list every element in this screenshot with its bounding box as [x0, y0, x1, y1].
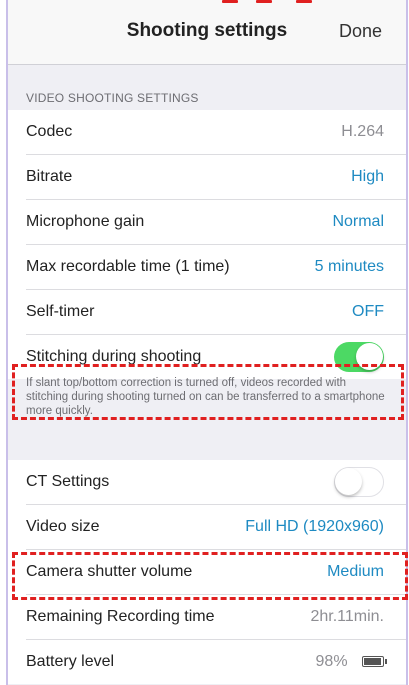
bitrate-label: Bitrate: [26, 168, 73, 185]
ct-settings-toggle[interactable]: [334, 467, 384, 497]
video-settings-group: Codec H.264 Bitrate High Microphone gain…: [8, 110, 406, 379]
camera-shutter-volume-value: Medium: [327, 563, 384, 580]
battery-icon: [362, 656, 387, 668]
remaining-recording-time-label: Remaining Recording time: [26, 608, 215, 625]
battery-level-value-wrap: 98%: [315, 653, 387, 671]
done-button[interactable]: Done: [339, 21, 382, 42]
battery-level-label: Battery level: [26, 653, 115, 670]
bitrate-value: High: [351, 168, 384, 185]
stitching-row: Stitching during shooting: [26, 335, 406, 379]
stitching-note: If slant top/bottom correction is turned…: [26, 377, 385, 417]
self-timer-value: OFF: [352, 303, 384, 320]
top-annotation-marks: [8, 0, 406, 4]
camera-shutter-volume-row[interactable]: Camera shutter volume Medium: [26, 550, 406, 595]
codec-value: H.264: [341, 123, 384, 140]
remaining-recording-time-value: 2hr.11min.: [310, 608, 384, 625]
self-timer-row[interactable]: Self-timer OFF: [26, 290, 406, 335]
other-settings-group: CT Settings Video size Full HD (1920x960…: [8, 460, 406, 684]
video-size-label: Video size: [26, 518, 100, 535]
navigation-bar: Shooting settings Done: [8, 0, 406, 65]
microphone-gain-value: Normal: [332, 213, 384, 230]
max-recordable-time-label: Max recordable time (1 time): [26, 258, 230, 275]
toggle-knob: [356, 343, 383, 370]
max-recordable-time-value: 5 minutes: [314, 258, 384, 275]
video-size-row[interactable]: Video size Full HD (1920x960): [26, 505, 406, 550]
battery-level-row: Battery level 98%: [26, 640, 406, 684]
remaining-recording-time-row: Remaining Recording time 2hr.11min.: [26, 595, 406, 640]
max-recordable-time-row[interactable]: Max recordable time (1 time) 5 minutes: [26, 245, 406, 290]
stitching-label: Stitching during shooting: [26, 348, 202, 365]
camera-shutter-volume-label: Camera shutter volume: [26, 563, 193, 580]
toggle-knob: [335, 468, 362, 495]
video-size-value: Full HD (1920x960): [245, 518, 384, 535]
microphone-gain-row[interactable]: Microphone gain Normal: [26, 200, 406, 245]
self-timer-label: Self-timer: [26, 303, 95, 320]
microphone-gain-label: Microphone gain: [26, 213, 145, 230]
settings-screen: Shooting settings Done VIDEO SHOOTING SE…: [6, 0, 408, 685]
battery-level-value: 98%: [315, 653, 348, 670]
codec-row[interactable]: Codec H.264: [26, 110, 406, 155]
section-header-video: VIDEO SHOOTING SETTINGS: [26, 91, 199, 105]
codec-label: Codec: [26, 123, 73, 140]
ct-settings-row: CT Settings: [26, 460, 406, 505]
bitrate-row[interactable]: Bitrate High: [26, 155, 406, 200]
ct-settings-label: CT Settings: [26, 473, 110, 490]
stitching-toggle[interactable]: [334, 342, 384, 372]
